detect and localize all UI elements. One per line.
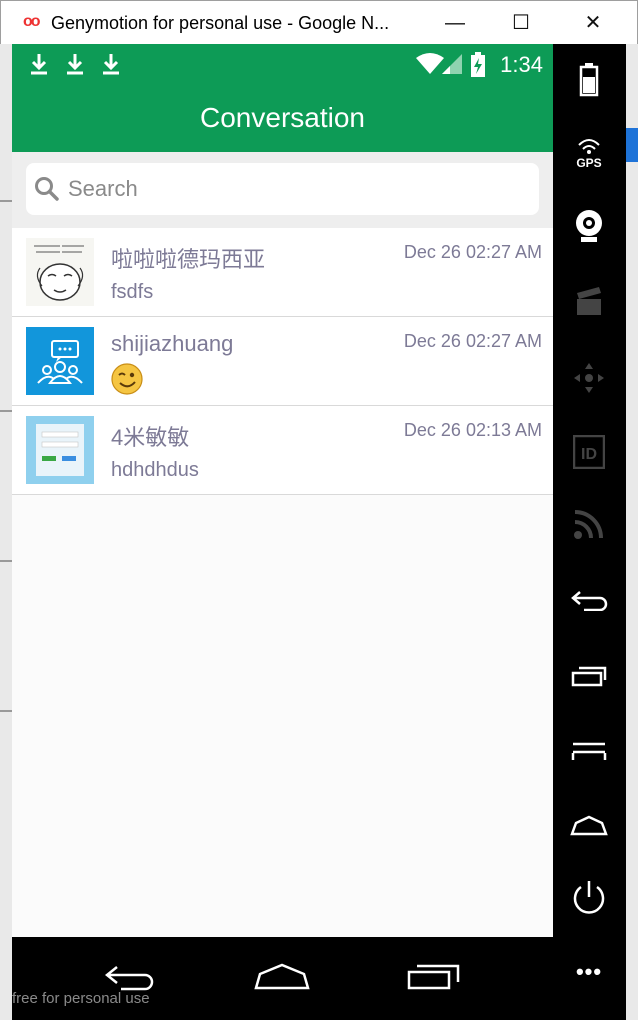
close-button[interactable]: ✕ <box>573 9 613 37</box>
group-chat-avatar <box>26 327 94 395</box>
conversation-time: Dec 26 02:27 AM <box>403 331 542 351</box>
download-icon <box>31 54 47 75</box>
nav-home-icon[interactable] <box>250 957 314 997</box>
wifi-icon <box>416 53 444 74</box>
conversation-item[interactable]: 4米敏敏 Dec 26 02:13 AM hdhdhdus <box>12 406 553 495</box>
status-bar: 1:34 <box>12 44 553 86</box>
search-input[interactable] <box>68 163 528 215</box>
conversation-message: fsdfs <box>111 281 154 303</box>
desktop-divider <box>0 200 12 202</box>
download-icon <box>103 54 119 75</box>
screenshot-avatar <box>26 416 94 484</box>
conversation-message: hdhdhdus <box>111 459 199 481</box>
desktop-divider <box>0 410 12 412</box>
sketch-avatar <box>26 238 94 306</box>
conversation-name: shijiazhuang <box>111 331 234 356</box>
more-icon[interactable]: ••• <box>567 950 611 994</box>
dpad-icon[interactable] <box>567 356 611 400</box>
navigation-bar <box>12 937 553 1020</box>
rss-icon[interactable] <box>567 502 611 546</box>
gps-label: GPS <box>576 156 601 169</box>
battery-charging-icon <box>471 52 485 77</box>
nav-recent-icon[interactable] <box>402 957 466 997</box>
desktop-left-edge <box>0 44 12 1020</box>
search-icon <box>35 177 59 201</box>
phone-screen: 1:34 Conversation 啦啦啦德玛西亚 Dec 26 <box>12 44 553 937</box>
search-bar <box>12 152 553 228</box>
conversation-list: 啦啦啦德玛西亚 Dec 26 02:27 AM fsdfs shijiazhua… <box>12 228 553 495</box>
recent-apps-icon[interactable] <box>567 654 611 698</box>
desktop-divider <box>0 710 12 712</box>
emulator-toolbar: GPS ID ••• <box>553 44 626 1020</box>
id-label: ID <box>581 446 597 463</box>
maximize-button[interactable]: ☐ <box>501 9 541 37</box>
genymotion-logo-icon: oo <box>23 13 40 30</box>
desktop-blue-strip <box>626 128 638 162</box>
home-icon[interactable] <box>567 804 611 848</box>
conversation-time: Dec 26 02:27 AM <box>403 242 542 262</box>
minimize-button[interactable]: — <box>435 9 475 37</box>
desktop-right-edge <box>626 44 638 1020</box>
search-box[interactable] <box>26 163 539 215</box>
id-icon[interactable]: ID <box>567 430 611 474</box>
window-titlebar: oo Genymotion for personal use - Google … <box>0 0 638 44</box>
power-icon[interactable] <box>567 876 611 920</box>
page-title: Conversation <box>200 102 365 133</box>
app-bar: Conversation <box>12 86 553 152</box>
conversation-time: Dec 26 02:13 AM <box>403 420 542 440</box>
download-icon <box>67 54 83 75</box>
watermark: free for personal use <box>12 990 150 1007</box>
webcam-icon[interactable] <box>567 204 611 248</box>
wink-emoji-icon <box>111 363 143 395</box>
back-icon[interactable] <box>567 578 611 622</box>
desktop-divider <box>0 560 12 562</box>
clapperboard-icon[interactable] <box>567 280 611 324</box>
conversation-name: 4米敏敏 <box>111 425 190 450</box>
battery-icon[interactable] <box>567 58 611 102</box>
status-time: 1:34 <box>500 52 543 77</box>
window-title: Genymotion for personal use - Google N..… <box>51 13 390 33</box>
conversation-item[interactable]: shijiazhuang Dec 26 02:27 AM <box>12 317 553 406</box>
conversation-name: 啦啦啦德玛西亚 <box>111 247 266 272</box>
menu-icon[interactable] <box>567 730 611 774</box>
signal-icon <box>442 54 462 74</box>
gps-icon[interactable]: GPS <box>567 130 611 174</box>
conversation-item[interactable]: 啦啦啦德玛西亚 Dec 26 02:27 AM fsdfs <box>12 228 553 317</box>
